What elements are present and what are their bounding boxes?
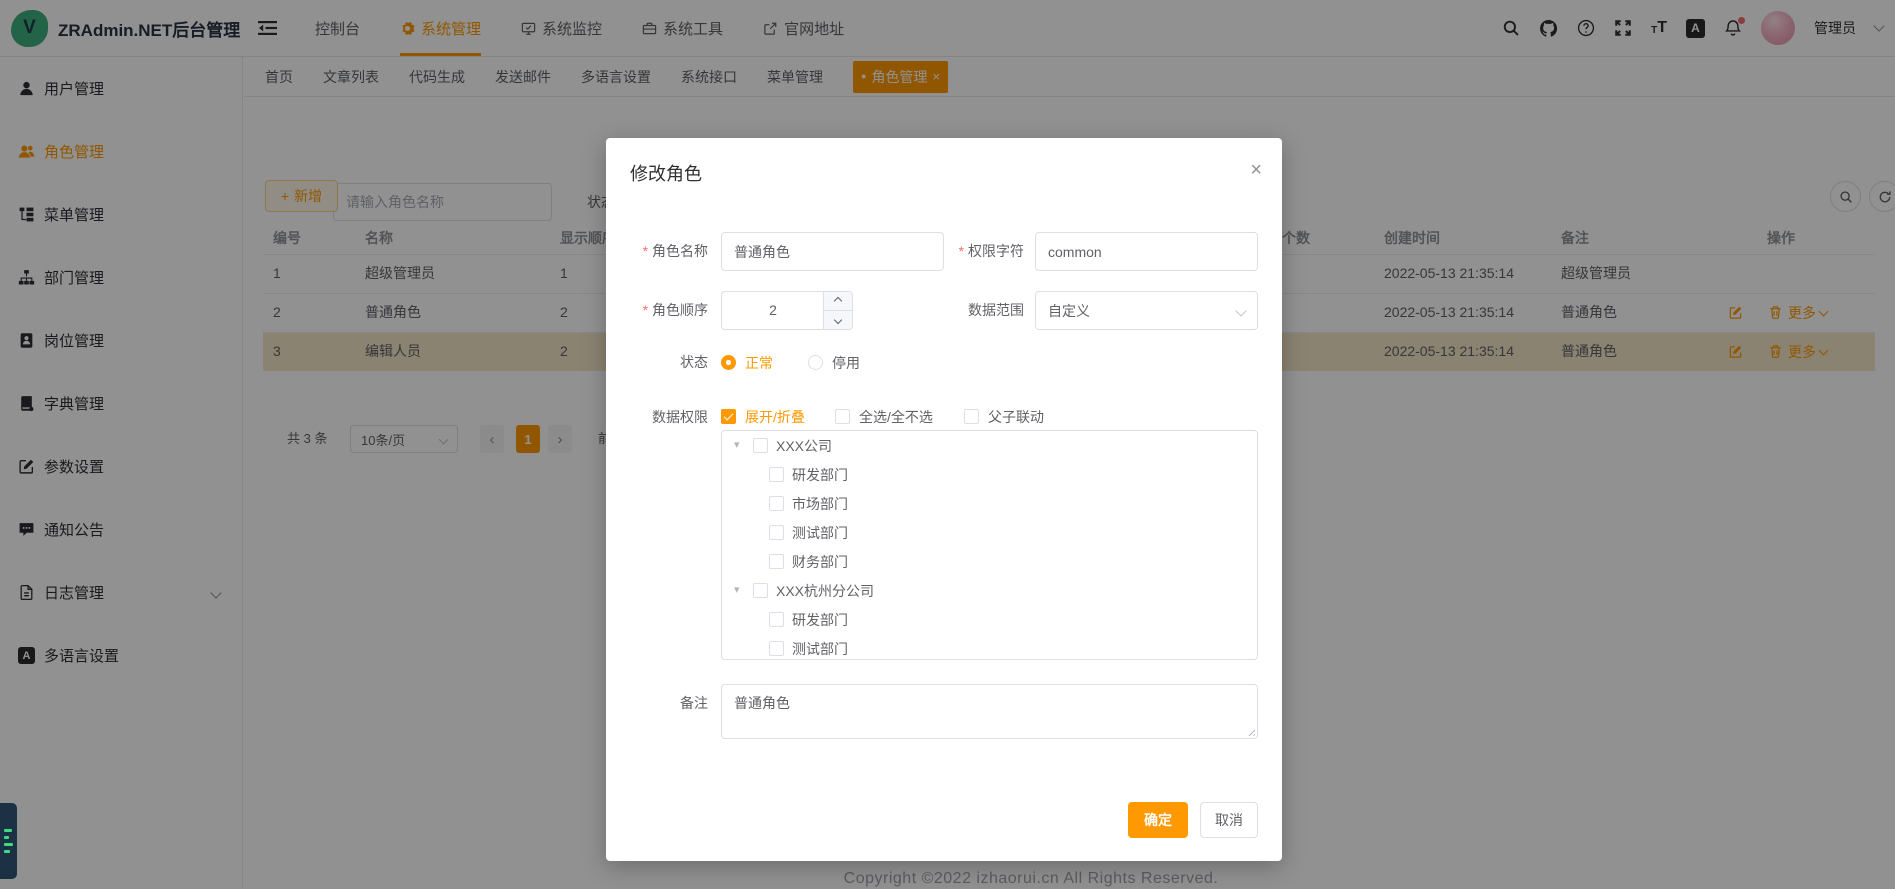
parent-child-link-checkbox[interactable]	[964, 409, 979, 424]
dev-badge-bar	[4, 829, 12, 832]
status-disabled-label[interactable]: 停用	[832, 353, 860, 373]
dev-badge-bar	[4, 836, 9, 839]
role-name-input[interactable]	[721, 232, 944, 271]
status-normal-label[interactable]: 正常	[745, 353, 773, 373]
screen: V ZRAdmin.NET后台管理 控制台 系统管理 系统监控 系统工具	[0, 0, 1895, 889]
tree-node-rd-dept[interactable]: 研发部门	[722, 460, 1257, 489]
data-permission-label: 数据权限	[606, 398, 708, 437]
confirm-button[interactable]: 确定	[1128, 802, 1188, 838]
expand-collapse-label[interactable]: 展开/折叠	[745, 407, 805, 427]
tree-node-label[interactable]: XXX公司	[776, 436, 832, 456]
dialog-footer: 确定 取消	[1128, 802, 1258, 838]
tree-node-checkbox[interactable]	[753, 438, 768, 453]
tree-node-hangzhou-branch[interactable]: ▾ XXX杭州分公司	[722, 576, 1257, 605]
dev-tools-badge[interactable]	[0, 803, 17, 879]
tree-node-checkbox[interactable]	[769, 467, 784, 482]
permission-tree: ▾ XXX公司 研发部门 市场部门 测试部门 财务部门 ▾	[721, 430, 1258, 660]
tree-node-label[interactable]: 财务部门	[792, 552, 848, 572]
dialog-close-icon[interactable]: ×	[1250, 160, 1262, 180]
tree-node-label[interactable]: 测试部门	[792, 639, 848, 659]
tree-node-checkbox[interactable]	[769, 496, 784, 511]
dev-badge-bar	[4, 850, 10, 853]
remark-label: 备注	[606, 684, 708, 723]
role-key-label: 权限字符	[922, 232, 1024, 271]
tree-node-test-dept[interactable]: 测试部门	[722, 518, 1257, 547]
remark-textarea[interactable]: 普通角色	[721, 684, 1258, 739]
edit-role-dialog: 修改角色 × 角色名称 权限字符 角色顺序 2 数据范围 自定义 状态 正常 停…	[606, 138, 1282, 861]
tree-caret-down-icon[interactable]: ▾	[734, 585, 745, 596]
tree-node-label[interactable]: XXX杭州分公司	[776, 581, 874, 601]
tree-node-checkbox[interactable]	[769, 525, 784, 540]
select-all-checkbox[interactable]	[835, 409, 850, 424]
cancel-button[interactable]: 取消	[1200, 802, 1258, 838]
data-scope-select[interactable]: 自定义	[1035, 291, 1258, 330]
select-all-label[interactable]: 全选/全不选	[859, 407, 933, 427]
status-normal-radio[interactable]	[721, 355, 736, 370]
tree-node-checkbox[interactable]	[769, 554, 784, 569]
tree-node-label[interactable]: 测试部门	[792, 523, 848, 543]
data-scope-value: 自定义	[1048, 301, 1090, 321]
stepper-increase-button[interactable]	[824, 292, 852, 311]
role-name-label: 角色名称	[606, 232, 708, 271]
data-scope-label: 数据范围	[922, 291, 1024, 330]
stepper-decrease-button[interactable]	[824, 311, 852, 329]
chevron-up-icon	[834, 297, 842, 305]
tree-node-finance-dept[interactable]: 财务部门	[722, 547, 1257, 576]
role-order-value[interactable]: 2	[722, 292, 824, 329]
tree-caret-down-icon[interactable]: ▾	[734, 440, 745, 451]
dialog-title: 修改角色	[630, 160, 702, 186]
tree-node-marketing-dept[interactable]: 市场部门	[722, 489, 1257, 518]
status-label: 状态	[606, 343, 708, 382]
tree-node-test-dept-branch[interactable]: 测试部门	[722, 634, 1257, 660]
expand-collapse-checkbox[interactable]	[721, 409, 736, 424]
role-order-label: 角色顺序	[606, 291, 708, 330]
tree-node-checkbox[interactable]	[769, 612, 784, 627]
dev-badge-bar	[4, 843, 13, 846]
tree-node-checkbox[interactable]	[753, 583, 768, 598]
status-disabled-radio[interactable]	[808, 355, 823, 370]
parent-child-link-label[interactable]: 父子联动	[988, 407, 1044, 427]
tree-node-label[interactable]: 研发部门	[792, 610, 848, 630]
tree-node-label[interactable]: 市场部门	[792, 494, 848, 514]
tree-node-checkbox[interactable]	[769, 641, 784, 656]
select-chevron-down-icon	[1235, 305, 1246, 316]
chevron-down-icon	[834, 316, 842, 324]
tree-node-rd-dept-branch[interactable]: 研发部门	[722, 605, 1257, 634]
role-order-stepper[interactable]: 2	[721, 291, 853, 330]
tree-node-company[interactable]: ▾ XXX公司	[722, 431, 1257, 460]
tree-node-label[interactable]: 研发部门	[792, 465, 848, 485]
role-key-input[interactable]	[1035, 232, 1258, 271]
